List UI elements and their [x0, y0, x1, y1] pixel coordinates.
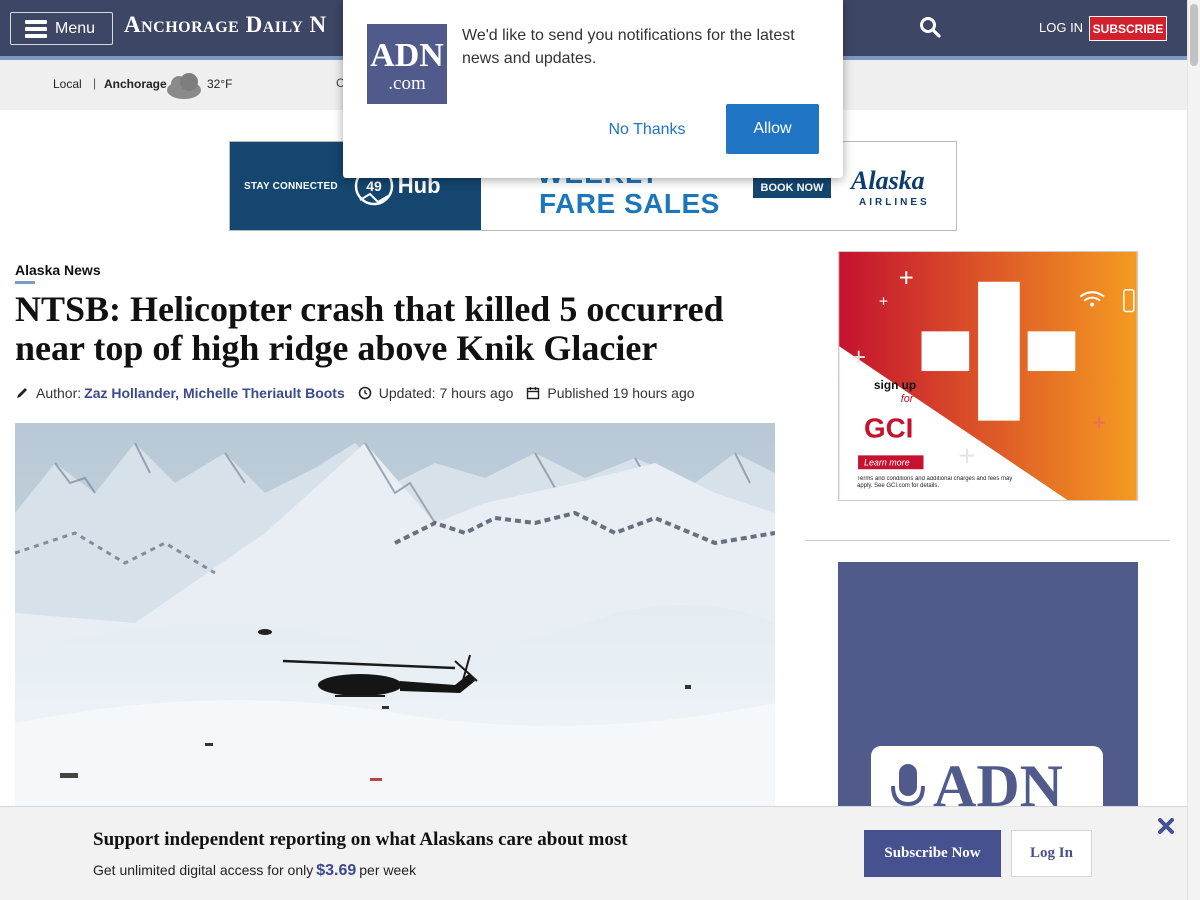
logo-line2: .com — [388, 73, 426, 94]
calendar-icon — [527, 387, 540, 400]
allow-button[interactable]: Allow — [726, 104, 819, 154]
search-icon[interactable] — [918, 15, 942, 39]
alaska-logo: Alaska — [851, 166, 925, 195]
weather-city[interactable]: Anchorage — [104, 77, 167, 91]
clock-icon — [358, 386, 372, 400]
gci-learn-more-label: Learn more — [864, 457, 910, 467]
adn-logo: ADN — [933, 753, 1063, 812]
page-scrollbar[interactable] — [1187, 0, 1200, 900]
menu-button-label: Menu — [55, 19, 96, 37]
login-link[interactable]: LOG IN — [1039, 20, 1083, 35]
svg-text:+: + — [879, 294, 888, 311]
pencil-icon — [17, 388, 27, 398]
cloud-icon — [167, 73, 201, 99]
notification-prompt: ADN .com We'd like to send you notificat… — [343, 0, 843, 178]
updated-timestamp: Updated: 7 hours ago — [378, 385, 514, 401]
subscription-title: Support independent reporting on what Al… — [93, 829, 628, 850]
published-timestamp: Published 19 hours ago — [547, 385, 695, 401]
close-icon[interactable] — [1157, 817, 1175, 835]
author-prefix: Author: — [36, 385, 82, 401]
subscription-offer: Get unlimited digital access for only $3… — [93, 862, 416, 880]
weather-temperature: 32°F — [207, 77, 233, 91]
author-links[interactable]: Zaz Hollander, Michelle Theriault Boots — [84, 385, 345, 401]
site-masthead[interactable]: Anchorage Daily N — [124, 12, 327, 38]
subscribe-button[interactable]: SUBSCRIBE — [1089, 16, 1167, 41]
article-hero-image[interactable] — [15, 423, 775, 808]
banner-headline-bottom: FARE SALES — [539, 188, 720, 219]
no-thanks-button[interactable]: No Thanks — [595, 118, 699, 142]
gci-signup-line2: for — [901, 393, 914, 405]
offer-text-before: Get unlimited digital access for only — [93, 862, 314, 878]
microphone-icon — [891, 764, 925, 807]
notification-message: We'd like to send you notifications for … — [462, 27, 795, 67]
gci-signup-line1: sign up — [874, 378, 916, 392]
svg-text:+: + — [958, 439, 975, 472]
local-link[interactable]: Local — [53, 77, 82, 91]
logo-line1: ADN — [370, 37, 444, 74]
article-headline: NTSB: Helicopter crash that killed 5 occ… — [15, 289, 724, 368]
stay-connected-text: STAY CONNECTED — [244, 180, 338, 192]
section-label[interactable]: Alaska News — [15, 262, 101, 278]
book-now-button[interactable]: BOOK NOW — [753, 177, 831, 198]
article-byline: Author: Zaz Hollander, Michelle Theriaul… — [15, 384, 708, 402]
alaska-logo-sub: AIRLINES — [859, 197, 930, 208]
offer-text-after: per week — [359, 862, 417, 878]
offer-price: $3.69 — [316, 862, 357, 879]
adn-notification-logo: ADN .com — [367, 24, 447, 104]
menu-button[interactable]: Menu — [10, 12, 113, 45]
sidebar-ad-adn[interactable]: ADN — [838, 562, 1138, 812]
sidebar-ad-gci[interactable]: + + + + + sign up for GCI Learn more Ter… — [838, 251, 1138, 501]
adn-card: ADN — [871, 746, 1103, 812]
gci-logo: GCI — [864, 413, 913, 444]
gci-disclaimer: Terms and conditions and additional char… — [857, 476, 1013, 490]
sidebar-divider — [805, 540, 1170, 541]
subscription-bar: Support independent reporting on what Al… — [0, 806, 1187, 900]
subscribe-now-button[interactable]: Subscribe Now — [864, 830, 1001, 877]
hamburger-icon — [25, 19, 47, 38]
section-underline — [15, 281, 35, 284]
log-in-button[interactable]: Log In — [1011, 830, 1092, 877]
scrollbar-thumb[interactable] — [1190, 4, 1198, 66]
separator: | — [93, 76, 97, 90]
hub-number: 49 — [366, 178, 382, 194]
svg-text:+: + — [851, 344, 866, 372]
svg-text:+: + — [1092, 410, 1106, 437]
svg-text:+: + — [899, 265, 914, 293]
